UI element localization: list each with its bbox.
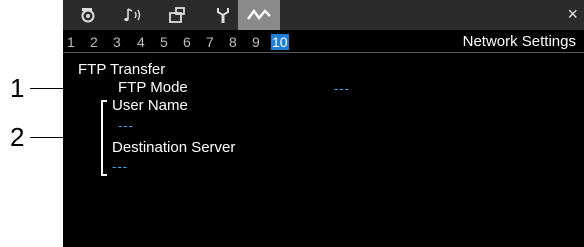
destination-server-item[interactable]: Destination Server	[112, 139, 235, 157]
settings-group-bracket	[101, 100, 107, 176]
page-number-bar: 1 2 3 4 5 6 7 8 9 10 Network Settings	[63, 30, 584, 53]
menu-category-bar: ×	[63, 0, 584, 30]
callout-number-2: 2	[10, 122, 25, 152]
page-2[interactable]: 2	[90, 34, 98, 50]
page-8[interactable]: 8	[229, 34, 237, 50]
page-9[interactable]: 9	[252, 34, 260, 50]
page-7[interactable]: 7	[206, 34, 214, 50]
tab-audio-setup[interactable]	[112, 0, 154, 30]
manual-figure: 1 2 × 1 2 3 4 5 6 7 8 9 10 Network Setti…	[0, 0, 584, 247]
page-10[interactable]: 10	[271, 34, 289, 50]
camera-icon	[81, 8, 95, 23]
page-1[interactable]: 1	[67, 34, 75, 50]
page-5[interactable]: 5	[160, 34, 168, 50]
user-name-value: ---	[118, 118, 134, 133]
wrench-icon	[217, 8, 229, 23]
page-4[interactable]: 4	[137, 34, 145, 50]
tab-camera-setup[interactable]	[67, 0, 109, 30]
page-6[interactable]: 6	[183, 34, 191, 50]
network-icon	[247, 8, 271, 20]
user-name-item[interactable]: User Name	[112, 97, 188, 115]
ftp-mode-value: ---	[334, 81, 350, 96]
page-3[interactable]: 3	[113, 34, 121, 50]
tab-recording-setup[interactable]	[157, 0, 199, 30]
ftp-mode-item[interactable]: FTP Mode	[118, 79, 188, 97]
camera-menu-screen: × 1 2 3 4 5 6 7 8 9 10 Network Settings …	[63, 0, 584, 247]
callout-number-1: 1	[10, 73, 25, 103]
destination-server-value: ---	[112, 159, 128, 174]
section-title-ftp-transfer: FTP Transfer	[78, 61, 166, 78]
tab-network-setup[interactable]	[238, 0, 280, 30]
recording-setup-icon	[169, 7, 185, 23]
page-title: Network Settings	[462, 33, 576, 50]
audio-icon	[124, 8, 141, 22]
close-icon[interactable]: ×	[567, 4, 578, 24]
